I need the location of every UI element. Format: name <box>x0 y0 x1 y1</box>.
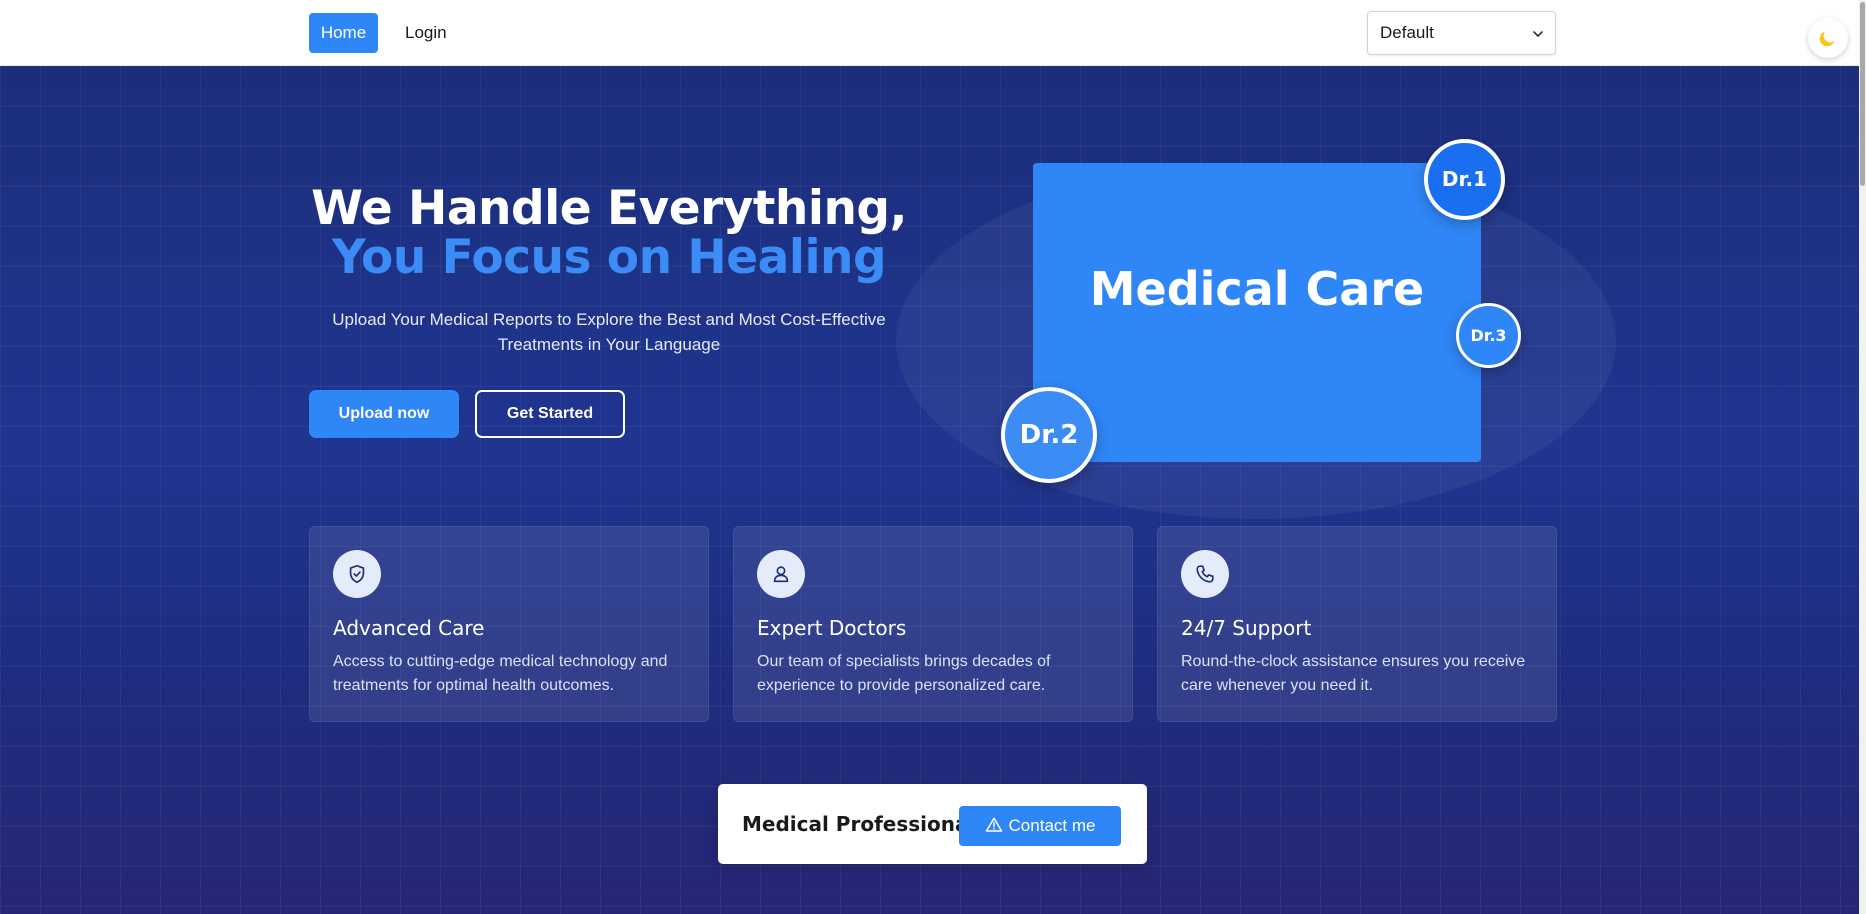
language-select[interactable]: Default <box>1367 11 1556 55</box>
feature-card-advanced-care: Advanced Care Access to cutting-edge med… <box>309 526 709 722</box>
get-started-button[interactable]: Get Started <box>475 390 625 438</box>
hero-title-line1: We Handle Everything, <box>311 181 907 236</box>
nav-login-link[interactable]: Login <box>395 13 457 53</box>
scrollbar-thumb[interactable] <box>1860 2 1865 186</box>
chevron-down-icon <box>1533 31 1543 37</box>
contact-me-label: Contact me <box>1008 816 1096 835</box>
medical-care-title: Medical Care <box>1089 262 1425 316</box>
feature-description: Round-the-clock assistance ensures you r… <box>1181 653 1526 694</box>
upload-now-button[interactable]: Upload now <box>309 390 459 438</box>
feature-card-expert-doctors: Expert Doctors Our team of specialists b… <box>733 526 1133 722</box>
user-icon <box>773 566 789 583</box>
hero-title: We Handle Everything, You Focus on Heali… <box>309 184 909 282</box>
feature-icon-circle <box>1181 550 1229 598</box>
phone-icon <box>1196 565 1214 583</box>
shield-check-icon <box>349 564 365 584</box>
contact-panel-title: Medical Professional <box>742 812 976 836</box>
medical-care-card: Medical Care <box>1033 163 1481 462</box>
contact-me-button[interactable]: Contact me <box>959 806 1121 846</box>
hero-subtitle: Upload Your Medical Reports to Explore t… <box>332 310 886 354</box>
language-select-value: Default <box>1380 23 1434 42</box>
feature-title: Expert Doctors <box>757 616 907 640</box>
feature-icon-circle <box>757 550 805 598</box>
doctor-badge-3: Dr.3 <box>1456 303 1521 368</box>
feature-card-support: 24/7 Support Round-the-clock assistance … <box>1157 526 1557 722</box>
feature-icon-circle <box>333 550 381 598</box>
warning-triangle-icon <box>985 817 1002 832</box>
feature-title: Advanced Care <box>333 616 485 640</box>
theme-toggle-button[interactable] <box>1808 18 1848 58</box>
top-navbar: Home Login Default <box>0 0 1866 66</box>
hero-title-line2: You Focus on Healing <box>331 230 887 285</box>
feature-description: Our team of specialists brings decades o… <box>757 653 1051 694</box>
contact-panel: Medical Professional Contact me <box>718 784 1147 864</box>
nav-home-button[interactable]: Home <box>309 13 378 53</box>
doctor-badge-2: Dr.2 <box>1001 387 1097 483</box>
feature-description: Access to cutting-edge medical technolog… <box>333 653 668 694</box>
feature-title: 24/7 Support <box>1181 616 1312 640</box>
moon-icon <box>1819 31 1835 47</box>
doctor-badge-1: Dr.1 <box>1424 139 1505 220</box>
